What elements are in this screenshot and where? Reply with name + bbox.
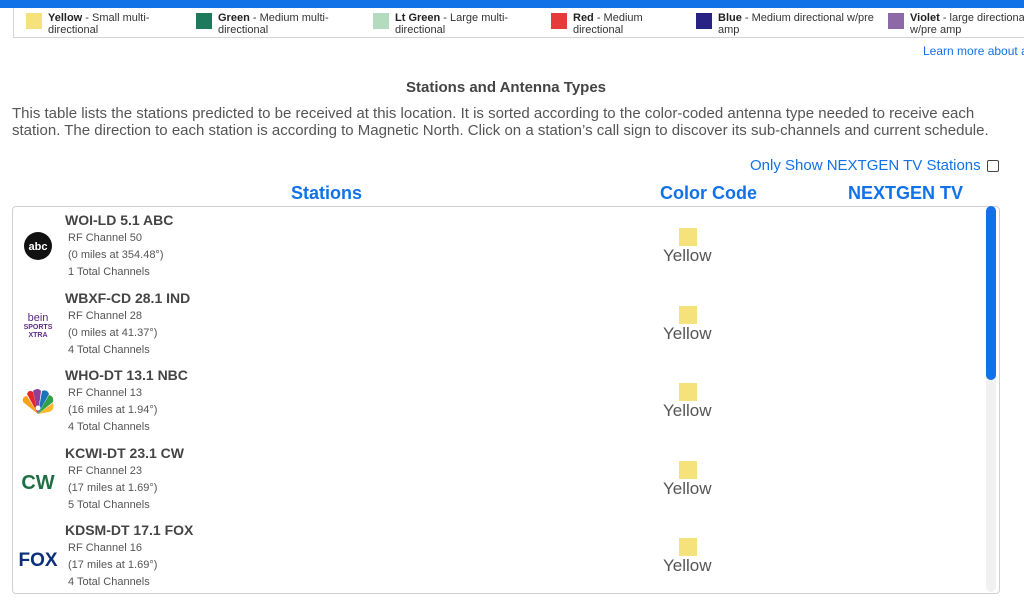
svg-text:FOX: FOX bbox=[18, 550, 57, 571]
legend-swatch bbox=[551, 13, 567, 29]
station-row: CW KCWI-DT 23.1 CW RF Channel 23 (17 mil… bbox=[13, 445, 983, 522]
color-code-swatch bbox=[679, 461, 697, 479]
station-rf-channel: RF Channel 23 bbox=[68, 465, 142, 477]
svg-text:XTRA: XTRA bbox=[28, 332, 47, 339]
section-description: This table lists the stations predicted … bbox=[12, 105, 989, 139]
column-header-color-code: Color Code bbox=[660, 183, 757, 203]
station-row: bein SPORTS XTRA WBXF-CD 28.1 IND RF Cha… bbox=[13, 290, 983, 367]
station-total-channels: 1 Total Channels bbox=[68, 266, 150, 278]
column-header-nextgen: NEXTGEN TV bbox=[848, 183, 964, 203]
nbc-peacock-logo bbox=[17, 385, 59, 419]
station-call-sign[interactable]: WBXF-CD 28.1 IND bbox=[65, 290, 190, 306]
legend-swatch bbox=[888, 13, 904, 29]
learn-more-link[interactable]: Learn more about an bbox=[923, 44, 1024, 58]
legend-item-lt-green: Lt Green - Large multi-directional bbox=[373, 12, 535, 36]
station-distance: (17 miles at 1.69°) bbox=[68, 482, 158, 494]
column-header-stations: Stations bbox=[291, 183, 363, 203]
legend-swatch bbox=[373, 13, 389, 29]
station-call-sign[interactable]: KDSM-DT 17.1 FOX bbox=[65, 522, 193, 538]
svg-text:abc: abc bbox=[29, 241, 48, 253]
svg-text:CW: CW bbox=[21, 472, 54, 494]
table-scrollbar[interactable] bbox=[985, 206, 997, 594]
stations-table[interactable]: abc WOI-LD 5.1 ABC RF Channel 50 (0 mile… bbox=[12, 206, 1000, 594]
station-call-sign[interactable]: KCWI-DT 23.1 CW bbox=[65, 445, 184, 461]
station-total-channels: 4 Total Channels bbox=[68, 421, 150, 433]
legend-swatch bbox=[696, 13, 712, 29]
nextgen-filter-label[interactable]: Only Show NEXTGEN TV Stations bbox=[750, 157, 981, 174]
color-code-label: Yellow bbox=[663, 401, 712, 420]
legend-label: Violet - large directional w/pre amp bbox=[910, 12, 1024, 36]
color-code-label: Yellow bbox=[663, 246, 712, 265]
svg-text:SPORTS: SPORTS bbox=[24, 324, 53, 331]
station-rf-channel: RF Channel 28 bbox=[68, 310, 142, 322]
legend-item-red: Red - Medium directional bbox=[551, 12, 673, 36]
station-rf-channel: RF Channel 50 bbox=[68, 232, 142, 244]
color-code-label: Yellow bbox=[663, 479, 712, 498]
station-distance: (0 miles at 354.48°) bbox=[68, 249, 164, 261]
legend-item-blue: Blue - Medium directional w/pre amp bbox=[696, 12, 883, 36]
color-code-swatch bbox=[679, 306, 697, 324]
bein-sports-xtra-logo: bein SPORTS XTRA bbox=[17, 308, 59, 342]
nextgen-checkbox[interactable] bbox=[986, 159, 999, 172]
color-code-label: Yellow bbox=[663, 324, 712, 343]
legend-label: Blue - Medium directional w/pre amp bbox=[718, 12, 874, 36]
color-code-swatch bbox=[679, 228, 697, 246]
station-total-channels: 5 Total Channels bbox=[68, 499, 150, 511]
legend-label: Red - Medium directional bbox=[573, 12, 643, 36]
station-total-channels: 4 Total Channels bbox=[68, 576, 150, 588]
scrollbar-thumb[interactable] bbox=[986, 206, 996, 380]
abc-logo: abc bbox=[17, 229, 59, 263]
svg-text:bein: bein bbox=[28, 312, 49, 324]
station-distance: (17 miles at 1.69°) bbox=[68, 559, 158, 571]
section-title: Stations and Antenna Types bbox=[405, 79, 607, 96]
nextgen-filter[interactable]: Only Show NEXTGEN TV Stations bbox=[750, 157, 999, 174]
color-code-swatch bbox=[679, 538, 697, 556]
cw-logo: CW bbox=[17, 465, 59, 499]
station-rf-channel: RF Channel 16 bbox=[68, 542, 142, 554]
legend-label: Lt Green - Large multi-directional bbox=[395, 12, 509, 36]
top-accent-bar bbox=[0, 0, 1024, 8]
station-total-channels: 4 Total Channels bbox=[68, 344, 150, 356]
station-rf-channel: RF Channel 13 bbox=[68, 387, 142, 399]
legend-item-yellow: Yellow - Small multi-directional bbox=[26, 12, 188, 36]
legend-label: Green - Medium multi-directional bbox=[218, 12, 329, 36]
station-call-sign[interactable]: WOI-LD 5.1 ABC bbox=[65, 212, 173, 228]
station-row: WHO-DT 13.1 NBC RF Channel 13 (16 miles … bbox=[13, 367, 983, 444]
station-row: FOX KDSM-DT 17.1 FOX RF Channel 16 (17 m… bbox=[13, 522, 983, 593]
station-distance: (0 miles at 41.37°) bbox=[68, 327, 158, 339]
legend-swatch bbox=[196, 13, 212, 29]
color-code-swatch bbox=[679, 383, 697, 401]
station-call-sign[interactable]: WHO-DT 13.1 NBC bbox=[65, 367, 188, 383]
fox-logo: FOX bbox=[17, 542, 59, 576]
legend-item-violet: Violet - large directional w/pre amp bbox=[888, 12, 1024, 36]
legend-item-green: Green - Medium multi-directional bbox=[196, 12, 358, 36]
legend-swatch bbox=[26, 13, 42, 29]
color-code-label: Yellow bbox=[663, 556, 712, 575]
legend-label: Yellow - Small multi-directional bbox=[48, 12, 150, 36]
station-row: abc WOI-LD 5.1 ABC RF Channel 50 (0 mile… bbox=[13, 212, 983, 289]
station-distance: (16 miles at 1.94°) bbox=[68, 404, 158, 416]
antenna-legend: Yellow - Small multi-directional Green -… bbox=[13, 8, 1024, 38]
